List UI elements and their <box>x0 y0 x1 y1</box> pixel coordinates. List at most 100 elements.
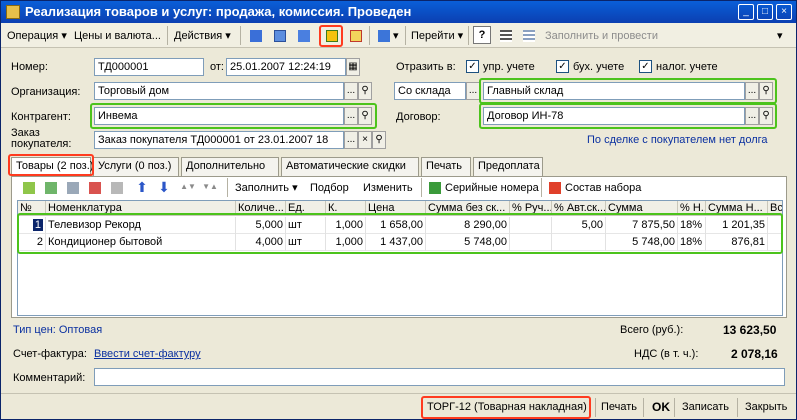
warehouse-highlight <box>479 78 777 104</box>
goto-menu[interactable]: Перейти ▾ <box>411 28 463 44</box>
tab-services[interactable]: Услуги (0 поз.) <box>93 157 179 176</box>
structure-icon <box>378 30 390 42</box>
calendar-button[interactable]: ▦ <box>346 58 360 76</box>
serials-icon-button[interactable] <box>425 178 443 196</box>
prices-currency-button[interactable]: Цены и валюта... <box>74 28 161 44</box>
window-title: Реализация товаров и услуг: продажа, ком… <box>25 4 412 19</box>
close-button[interactable]: Закрыть <box>745 398 787 416</box>
move-up-button[interactable]: ⬆ <box>133 178 151 196</box>
enter-invoice-link[interactable]: Ввести счет-фактуру <box>94 348 201 360</box>
delete-row-button[interactable] <box>85 178 103 196</box>
save-button[interactable]: Записать <box>682 398 729 416</box>
comment-field[interactable] <box>94 368 785 386</box>
search-icon: ⚲ <box>375 134 383 145</box>
toolbar-separator <box>468 26 469 45</box>
calendar-icon: ▦ <box>348 61 358 72</box>
price-type-label[interactable]: Тип цен: Оптовая <box>13 324 102 336</box>
kit-icon-button[interactable] <box>545 178 563 196</box>
checklist-icon <box>523 30 535 42</box>
change-button[interactable]: Изменить <box>363 180 413 196</box>
kit-icon <box>549 182 561 194</box>
delete-row-icon <box>89 182 101 194</box>
copy-row-icon <box>45 182 57 194</box>
copy-row-button[interactable] <box>41 178 59 196</box>
bottom-bar: ТОРГ-12 (Товарная накладная) Печать OK З… <box>1 393 796 419</box>
exchange-button[interactable] <box>294 26 312 44</box>
comment-label: Комментарий: <box>13 372 86 384</box>
order-select-button[interactable]: ... <box>344 131 358 149</box>
tax-accounting-checkbox[interactable]: ✓ <box>639 60 652 73</box>
toolbar-separator <box>227 178 228 197</box>
organization-select-button[interactable]: ... <box>344 82 358 100</box>
vat-label: НДС (в т. ч.): <box>634 348 699 360</box>
list-icon <box>500 30 512 42</box>
dropdown-arrow-icon: ▾ <box>457 30 464 42</box>
toolbar-overflow-icon[interactable]: ▾ <box>777 28 783 44</box>
settings-button[interactable] <box>519 26 537 44</box>
help-button[interactable]: ? <box>473 26 491 44</box>
tab-print[interactable]: Печать <box>421 157 471 176</box>
serial-numbers-button[interactable]: Серийные номера <box>445 180 539 196</box>
order-open-button[interactable]: ⚲ <box>372 131 386 149</box>
goods-tab-highlight <box>8 154 94 176</box>
counterparty-highlight <box>90 103 377 129</box>
arrow-down-icon: ⬇ <box>158 179 170 195</box>
edit-row-button[interactable] <box>63 178 81 196</box>
dropdown-arrow-icon: ▾ <box>61 30 67 42</box>
arrow-left-icon <box>250 30 262 42</box>
minimize-button[interactable]: _ <box>738 4 754 20</box>
counterparty-label: Контрагент: <box>11 111 71 123</box>
accounting-checkbox[interactable]: ✓ <box>556 60 569 73</box>
sort-asc-button[interactable]: ▲▼ <box>179 178 197 196</box>
organization-open-button[interactable]: ⚲ <box>358 82 372 100</box>
unpost-document-icon <box>350 30 362 42</box>
end-edit-button[interactable] <box>107 178 125 196</box>
fill-menu[interactable]: Заполнить ▾ <box>235 180 298 196</box>
tab-prepayment[interactable]: Предоплата <box>473 157 543 176</box>
tab-additional[interactable]: Дополнительно <box>181 157 279 176</box>
mgmt-accounting-label: упр. учете <box>483 61 535 73</box>
maximize-button[interactable]: □ <box>757 4 773 20</box>
operation-menu[interactable]: Операция ▾ <box>7 28 67 44</box>
add-row-button[interactable] <box>19 178 37 196</box>
reflect-label: Отразить в: <box>396 61 456 73</box>
toolbar-separator <box>369 26 370 45</box>
date-field[interactable]: 25.01.2007 12:24:19 <box>226 58 346 76</box>
move-down-button[interactable]: ⬇ <box>155 178 173 196</box>
close-icon: × <box>362 134 368 145</box>
mgmt-accounting-checkbox[interactable]: ✓ <box>466 60 479 73</box>
arrow-up-icon: ⬆ <box>136 179 148 195</box>
structure-button[interactable] <box>374 26 392 44</box>
organization-field[interactable]: Торговый дом <box>94 82 344 100</box>
number-field[interactable]: ТД000001 <box>94 58 204 76</box>
go-back-button[interactable] <box>246 26 264 44</box>
order-label-line2: покупателя: <box>11 138 72 150</box>
order-clear-button[interactable]: × <box>358 131 372 149</box>
customer-order-field[interactable]: Заказ покупателя ТД000001 от 23.01.2007 … <box>94 131 344 149</box>
total-label: Всего (руб.): <box>620 324 684 336</box>
dropdown-arrow-icon[interactable]: ▾ <box>393 28 399 44</box>
unpost-document-button[interactable] <box>346 26 364 44</box>
refresh-button[interactable] <box>270 26 288 44</box>
ok-button[interactable]: OK <box>652 398 670 416</box>
number-label: Номер: <box>11 61 48 73</box>
kit-composition-button[interactable]: Состав набора <box>565 180 641 196</box>
sort-desc-button[interactable]: ▼▲ <box>201 178 219 196</box>
selection-button[interactable]: Подбор <box>310 180 349 196</box>
actions-menu[interactable]: Действия ▾ <box>174 28 231 44</box>
close-window-button[interactable]: × <box>776 4 792 20</box>
torg12-highlight <box>421 396 591 419</box>
button-separator <box>643 398 644 417</box>
fill-and-post-button[interactable]: Заполнить и провести <box>545 28 658 44</box>
document-icon <box>6 5 20 19</box>
ship-from-select-button[interactable]: ... <box>466 82 480 100</box>
button-separator <box>674 398 675 417</box>
contract-label: Договор: <box>396 111 441 123</box>
edit-row-icon <box>67 182 79 194</box>
end-edit-icon <box>111 182 123 194</box>
tab-auto-discounts[interactable]: Автоматические скидки <box>281 157 419 176</box>
list-view-button[interactable] <box>496 26 514 44</box>
deal-debt-link[interactable]: По сделке с покупателем нет долга <box>587 134 768 146</box>
ship-from-field[interactable]: Со склада <box>394 82 466 100</box>
print-button[interactable]: Печать <box>601 398 637 416</box>
